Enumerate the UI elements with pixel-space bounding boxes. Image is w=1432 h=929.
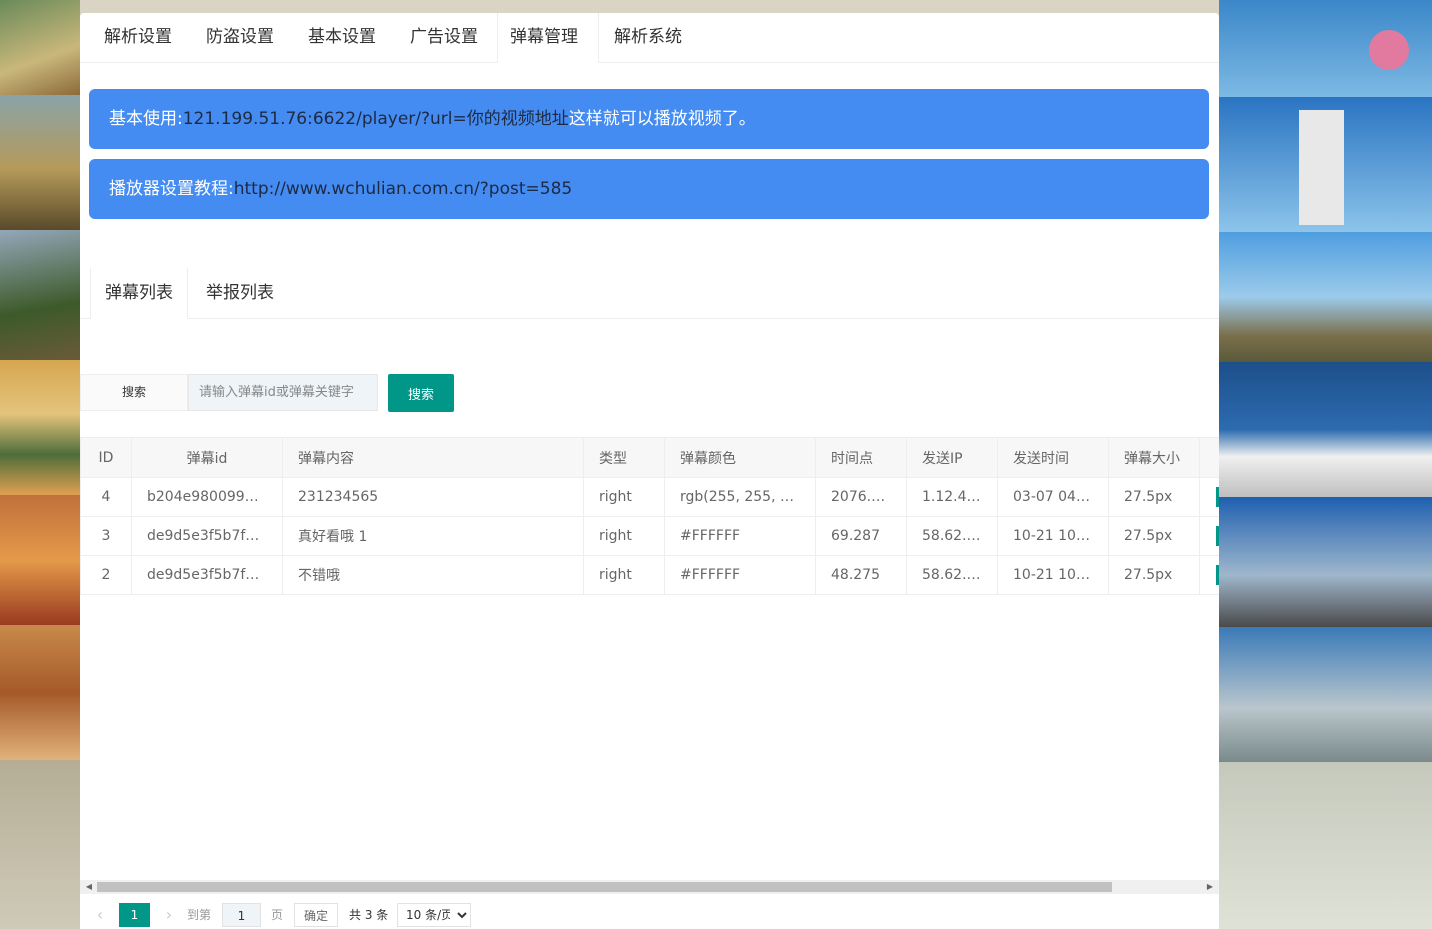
cell-size: 27.5px: [1108, 555, 1200, 595]
cell-size: 27.5px: [1108, 477, 1200, 517]
tab-basic-settings[interactable]: 基本设置: [296, 13, 388, 62]
tab-parse-system[interactable]: 解析系统: [602, 13, 694, 62]
basic-usage-notice: 基本使用:121.199.51.76:6622/player/?url=你的视频…: [89, 89, 1209, 149]
column-header-color[interactable]: 弹幕颜色: [664, 437, 816, 478]
cell-type: right: [583, 555, 665, 595]
cell-send-time: 10-21 10:23: [997, 516, 1109, 556]
table-row: 3 de9d5e3f5b7f9e… 真好看哦 1 right #FFFFFF 6…: [80, 516, 1219, 556]
background-collage-left: [0, 0, 80, 929]
column-header-send-time[interactable]: 发送时间: [997, 437, 1109, 478]
cell-danmaku-id: de9d5e3f5b7f9e…: [131, 555, 283, 595]
cell-color: rgb(255, 255, 255): [664, 477, 816, 517]
tutorial-label: 播放器设置教程:: [109, 179, 234, 199]
cell-operation[interactable]: [1199, 477, 1219, 517]
cell-send-time: 03-07 04:22: [997, 477, 1109, 517]
cell-id: 3: [80, 516, 132, 556]
cell-ip: 58.62.…: [906, 555, 998, 595]
sub-tabs: 弹幕列表 举报列表: [80, 268, 1219, 319]
tab-danmaku-management[interactable]: 弹幕管理: [497, 13, 599, 63]
goto-suffix: 页: [271, 908, 284, 922]
column-header-ip[interactable]: 发送IP: [906, 437, 998, 478]
triangle-right-icon[interactable]: ▶: [1203, 880, 1217, 894]
table-row: 4 b204e9800998e… 231234565 right rgb(255…: [80, 477, 1219, 517]
horizontal-scrollbar[interactable]: ◀ ▶: [80, 880, 1219, 894]
danmaku-table-wrapper: ID 弹幕id 弹幕内容 类型 弹幕颜色 时间点 发送IP 发送时间 弹幕大小 …: [80, 437, 1219, 893]
top-nav: 解析设置 防盗设置 基本设置 广告设置 弹幕管理 解析系统: [80, 13, 1219, 63]
cell-type: right: [583, 477, 665, 517]
cell-color: #FFFFFF: [664, 516, 816, 556]
basic-usage-label: 基本使用:: [109, 109, 183, 129]
goto-confirm-button[interactable]: 确定: [294, 903, 338, 927]
table-row: 2 de9d5e3f5b7f9e… 不错哦 right #FFFFFF 48.2…: [80, 555, 1219, 595]
cell-type: right: [583, 516, 665, 556]
column-header-operations: [1199, 437, 1219, 478]
total-count: 共 3 条: [349, 908, 389, 922]
page-current[interactable]: 1: [119, 903, 150, 927]
tab-parse-settings[interactable]: 解析设置: [92, 13, 184, 62]
cell-color: #FFFFFF: [664, 555, 816, 595]
operation-button-edge[interactable]: [1216, 487, 1219, 507]
cell-id: 2: [80, 555, 132, 595]
cell-operation[interactable]: [1199, 516, 1219, 556]
cell-danmaku-id: b204e9800998e…: [131, 477, 283, 517]
cell-ip: 58.62.…: [906, 516, 998, 556]
cell-content: 真好看哦 1: [282, 516, 584, 556]
tutorial-url[interactable]: http://www.wchulian.com.cn/?post=585: [234, 179, 572, 199]
cell-content: 不错哦: [282, 555, 584, 595]
cell-operation[interactable]: [1199, 555, 1219, 595]
chevron-left-icon[interactable]: ‹: [92, 903, 108, 927]
page-size-select[interactable]: 10 条/页: [397, 903, 471, 927]
search-label: 搜索: [80, 374, 188, 411]
search-input[interactable]: [188, 374, 378, 411]
scrollbar-thumb[interactable]: [97, 882, 1112, 892]
danmaku-table: ID 弹幕id 弹幕内容 类型 弹幕颜色 时间点 发送IP 发送时间 弹幕大小 …: [80, 437, 1219, 595]
tab-anti-theft-settings[interactable]: 防盗设置: [194, 13, 286, 62]
cell-content: 231234565: [282, 477, 584, 517]
cell-send-time: 10-21 10:23: [997, 555, 1109, 595]
tab-danmaku-list[interactable]: 弹幕列表: [90, 268, 188, 319]
column-header-content[interactable]: 弹幕内容: [282, 437, 584, 478]
basic-usage-suffix: 这样就可以播放视频了。: [568, 109, 756, 129]
triangle-left-icon[interactable]: ◀: [82, 880, 96, 894]
cell-danmaku-id: de9d5e3f5b7f9e…: [131, 516, 283, 556]
basic-usage-url: 121.199.51.76:6622/player/?url=你的视频地址: [182, 109, 569, 129]
search-button[interactable]: 搜索: [388, 374, 454, 412]
goto-prefix: 到第: [187, 908, 212, 922]
pagination: ‹ 1 › 到第 1 页 确定 共 3 条 10 条/页: [80, 900, 1219, 929]
cell-id: 4: [80, 477, 132, 517]
main-panel: 解析设置 防盗设置 基本设置 广告设置 弹幕管理 解析系统 基本使用:121.1…: [80, 13, 1219, 929]
tab-report-list[interactable]: 举报列表: [192, 268, 288, 318]
goto-page-input[interactable]: 1: [222, 903, 261, 927]
chevron-right-icon[interactable]: ›: [161, 903, 177, 927]
table-header-row: ID 弹幕id 弹幕内容 类型 弹幕颜色 时间点 发送IP 发送时间 弹幕大小: [80, 437, 1219, 478]
column-header-size[interactable]: 弹幕大小: [1108, 437, 1200, 478]
column-header-type[interactable]: 类型: [583, 437, 665, 478]
column-header-id[interactable]: ID: [80, 437, 132, 478]
column-header-danmaku-id[interactable]: 弹幕id: [131, 437, 283, 478]
cell-ip: 1.12.4…: [906, 477, 998, 517]
operation-button-edge[interactable]: [1216, 565, 1219, 585]
cell-size: 27.5px: [1108, 516, 1200, 556]
tab-ad-settings[interactable]: 广告设置: [398, 13, 490, 62]
cell-timepoint: 69.287: [815, 516, 907, 556]
cell-timepoint: 2076.922: [815, 477, 907, 517]
operation-button-edge[interactable]: [1216, 526, 1219, 546]
column-header-timepoint[interactable]: 时间点: [815, 437, 907, 478]
background-collage-right: [1219, 0, 1432, 929]
cell-timepoint: 48.275: [815, 555, 907, 595]
tutorial-notice: 播放器设置教程:http://www.wchulian.com.cn/?post…: [89, 159, 1209, 219]
